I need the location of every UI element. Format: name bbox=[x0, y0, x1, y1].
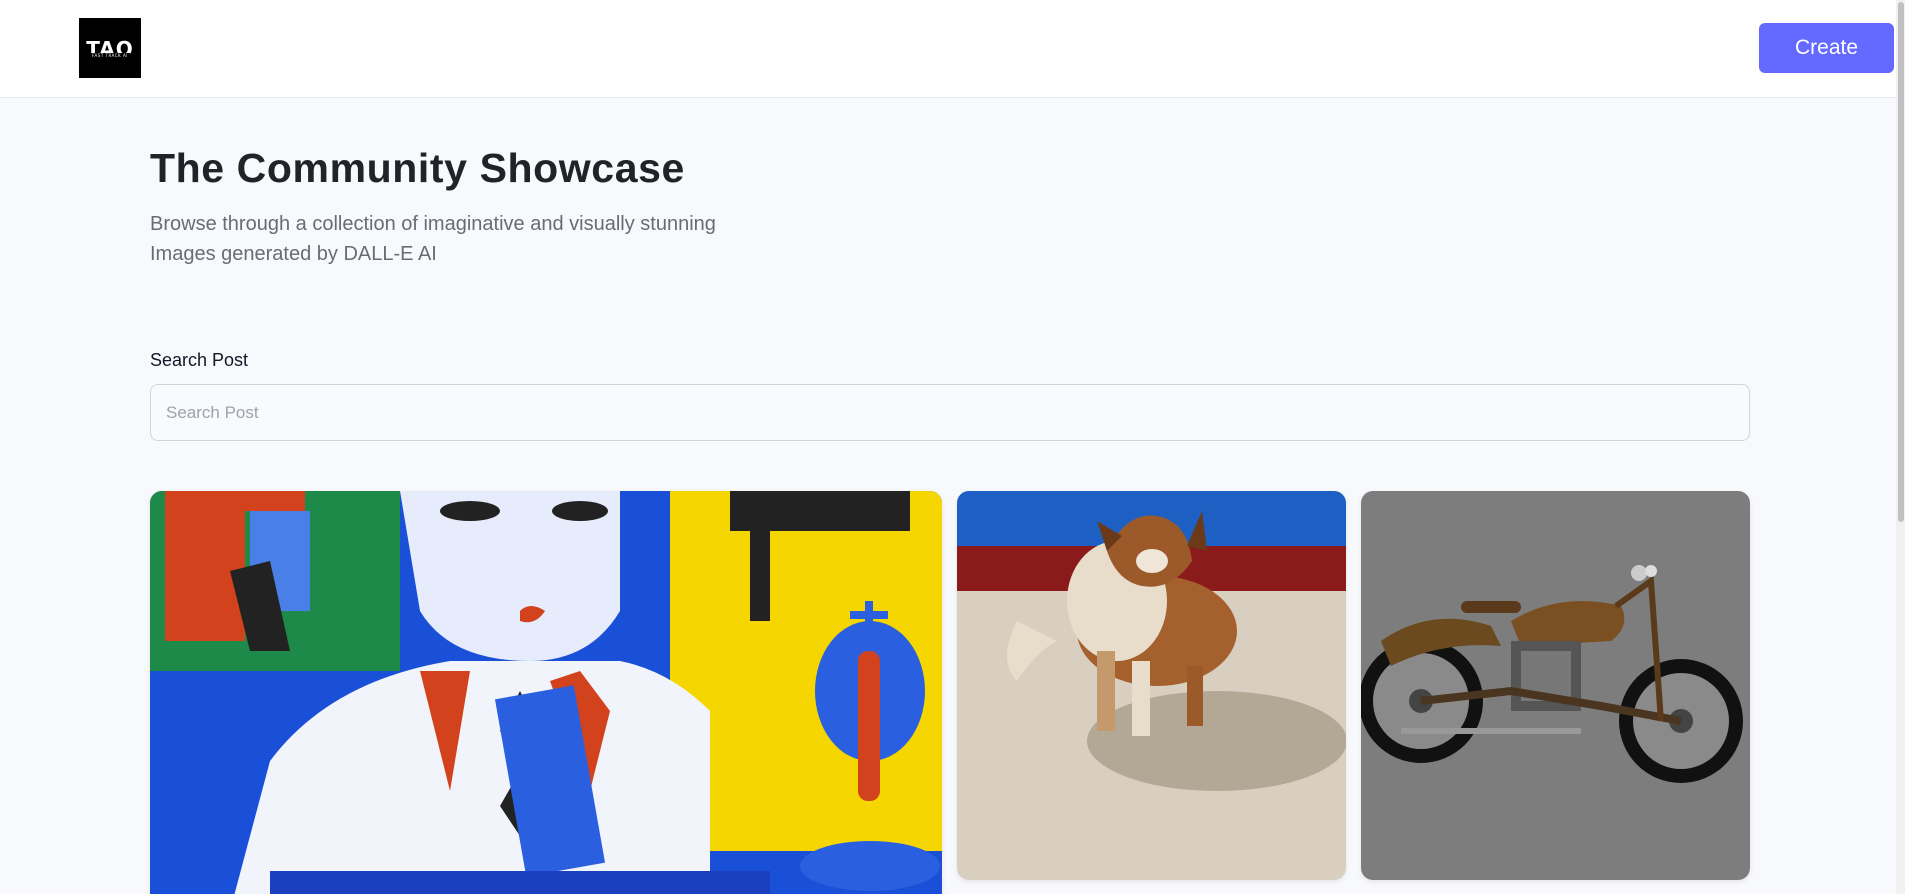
logo-subtext: FAST TRACK AI bbox=[90, 52, 130, 58]
image-card-portrait[interactable] bbox=[150, 491, 942, 894]
logo[interactable]: TAO FAST TRACK AI bbox=[79, 18, 141, 78]
header: TAO FAST TRACK AI Create bbox=[0, 0, 1905, 98]
search-input[interactable] bbox=[150, 384, 1750, 441]
create-button[interactable]: Create bbox=[1759, 23, 1894, 73]
scrollbar-thumb[interactable] bbox=[1898, 2, 1904, 522]
motorcycle-image bbox=[1361, 491, 1750, 880]
dog-image bbox=[957, 491, 1346, 880]
image-card-motorcycle[interactable] bbox=[1361, 491, 1750, 880]
page-title: The Community Showcase bbox=[150, 145, 685, 191]
image-card-dog[interactable] bbox=[957, 491, 1346, 880]
page-subtitle: Browse through a collection of imaginati… bbox=[150, 213, 716, 265]
cubist-portrait-image bbox=[150, 491, 942, 894]
search-label: Search Post bbox=[150, 350, 249, 370]
